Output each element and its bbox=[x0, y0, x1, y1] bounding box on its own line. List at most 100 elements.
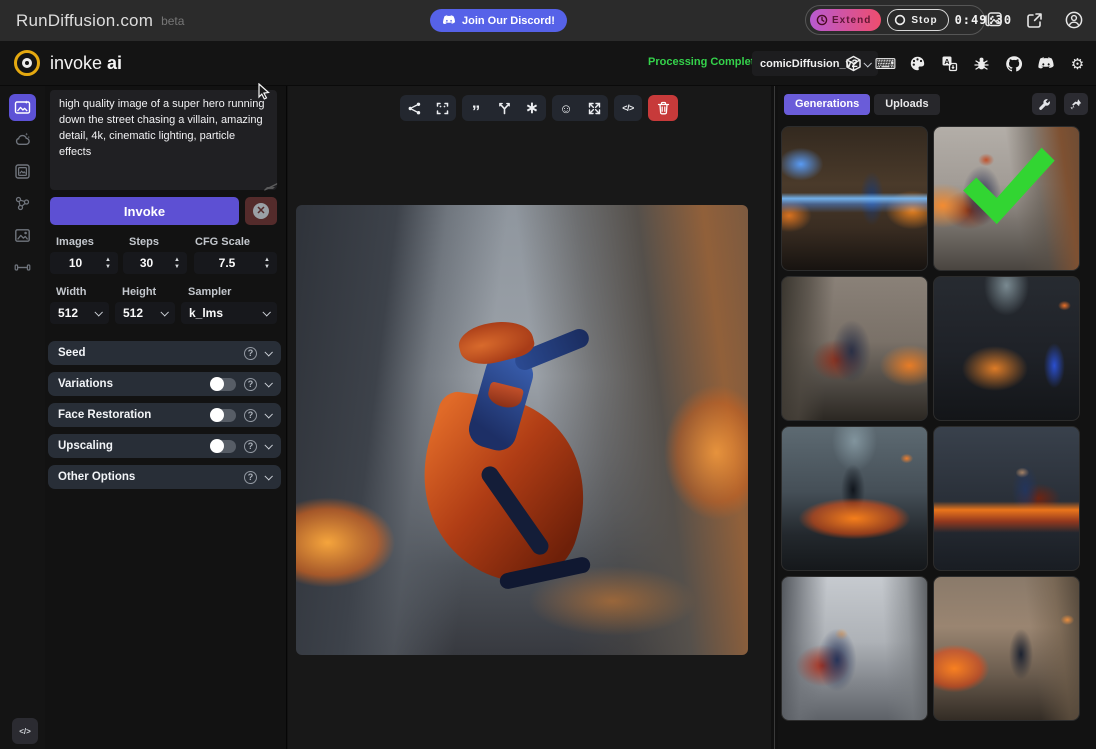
use-params-group: ” ∗ bbox=[462, 95, 546, 121]
gallery-thumbnail[interactable] bbox=[933, 426, 1080, 571]
height-select[interactable]: 512 bbox=[115, 302, 175, 324]
current-image[interactable] bbox=[296, 205, 748, 655]
steps-stepper[interactable]: ▲▼ bbox=[170, 257, 184, 270]
app-window: RunDiffusion.com beta Join Our Discord! … bbox=[0, 0, 1096, 749]
restore-faces-button[interactable]: ☺ bbox=[552, 95, 580, 121]
face-restoration-toggle[interactable] bbox=[210, 409, 236, 422]
use-all-params-button[interactable]: ∗ bbox=[518, 95, 546, 121]
images-input[interactable]: 10 ▲▼ bbox=[50, 252, 118, 274]
console-toggle-button[interactable]: </> bbox=[12, 718, 38, 744]
sampler-label: Sampler bbox=[188, 286, 231, 298]
cfg-scale-value: 7.5 bbox=[194, 256, 260, 270]
discord-icon bbox=[442, 15, 456, 26]
chevron-down-icon bbox=[264, 441, 272, 449]
chevron-down-icon bbox=[264, 348, 272, 356]
gallery-thumbnail[interactable] bbox=[933, 576, 1080, 721]
help-icon[interactable]: ? bbox=[244, 347, 257, 360]
join-discord-button[interactable]: Join Our Discord! bbox=[430, 9, 567, 32]
invoke-button[interactable]: Invoke bbox=[50, 197, 239, 225]
account-icon[interactable] bbox=[1062, 8, 1086, 32]
workflow-tabstrip bbox=[0, 86, 45, 749]
panel-resize-handle[interactable] bbox=[771, 86, 778, 749]
cfg-stepper[interactable]: ▲▼ bbox=[260, 257, 274, 270]
use-prompt-button[interactable]: ” bbox=[462, 95, 490, 121]
image-toolbar: ” ∗ ☺ </> bbox=[400, 95, 678, 121]
width-select[interactable]: 512 bbox=[50, 302, 109, 324]
delete-image-button[interactable] bbox=[648, 95, 678, 121]
pin-gallery-icon[interactable] bbox=[1064, 93, 1088, 115]
selected-check-icon bbox=[952, 141, 1064, 241]
accordion-other-options[interactable]: Other Options ? bbox=[48, 465, 281, 489]
accordion-seed[interactable]: Seed ? bbox=[48, 341, 281, 365]
help-icon[interactable]: ? bbox=[244, 409, 257, 422]
view-metadata-button[interactable]: </> bbox=[614, 95, 642, 121]
variations-toggle[interactable] bbox=[210, 378, 236, 391]
sampler-select[interactable]: k_lms bbox=[181, 302, 277, 324]
gallery-thumbnail[interactable] bbox=[933, 276, 1080, 421]
gallery-thumbnail[interactable] bbox=[781, 276, 928, 421]
share-send-to-button[interactable] bbox=[400, 95, 428, 121]
session-timer-pill: Extend Stop 0:49:30 bbox=[805, 5, 985, 35]
tab-unified-canvas[interactable] bbox=[9, 158, 36, 185]
github-icon[interactable] bbox=[1003, 53, 1024, 74]
cancel-button[interactable]: ✕ bbox=[245, 197, 277, 225]
steps-input[interactable]: 30 ▲▼ bbox=[123, 252, 187, 274]
tab-generations[interactable]: Generations bbox=[784, 94, 870, 115]
tab-image-to-image[interactable] bbox=[9, 126, 36, 153]
help-icon[interactable]: ? bbox=[244, 378, 257, 391]
images-stepper[interactable]: ▲▼ bbox=[101, 257, 115, 270]
accordion-variations[interactable]: Variations ? bbox=[48, 372, 281, 396]
stop-session-button[interactable]: Stop bbox=[887, 9, 948, 31]
use-seed-button[interactable] bbox=[490, 95, 518, 121]
gallery-thumbnail[interactable] bbox=[781, 426, 928, 571]
steps-label: Steps bbox=[129, 236, 159, 248]
height-label: Height bbox=[122, 286, 156, 298]
fullscreen-button[interactable] bbox=[428, 95, 456, 121]
options-panel: high quality image of a super hero runni… bbox=[45, 86, 287, 749]
help-icon[interactable]: ? bbox=[244, 440, 257, 453]
tab-text-to-image[interactable] bbox=[9, 94, 36, 121]
tab-training[interactable] bbox=[9, 254, 36, 281]
sessions-gallery-icon[interactable] bbox=[982, 8, 1006, 32]
language-icon[interactable]: A bbox=[939, 53, 960, 74]
seed-accordion-label: Seed bbox=[58, 347, 244, 359]
gallery-panel: Generations Uploads bbox=[778, 86, 1096, 749]
brand-logo: RunDiffusion.com bbox=[16, 11, 153, 31]
width-value: 512 bbox=[58, 306, 78, 320]
chevron-down-icon bbox=[262, 308, 270, 316]
report-bug-icon[interactable] bbox=[971, 53, 992, 74]
discord-link-icon[interactable] bbox=[1035, 53, 1056, 74]
upscale-button[interactable] bbox=[580, 95, 608, 121]
chevron-down-icon bbox=[160, 308, 168, 316]
steps-value: 30 bbox=[123, 256, 170, 270]
theme-palette-icon[interactable] bbox=[907, 53, 928, 74]
model-manager-icon[interactable] bbox=[843, 53, 864, 74]
stop-label: Stop bbox=[911, 15, 937, 26]
clock-icon bbox=[816, 14, 828, 26]
app-title-regular: invoke bbox=[50, 53, 102, 73]
header-icon-group: ⌨ A ⚙ bbox=[843, 53, 1088, 74]
upscaling-accordion-label: Upscaling bbox=[58, 440, 210, 452]
tab-uploads[interactable]: Uploads bbox=[874, 94, 939, 115]
settings-gear-icon[interactable]: ⚙ bbox=[1067, 53, 1088, 74]
gallery-thumbnail[interactable] bbox=[781, 576, 928, 721]
open-external-icon[interactable] bbox=[1022, 8, 1046, 32]
gallery-settings-wrench-icon[interactable] bbox=[1032, 93, 1056, 115]
accordion-face-restoration[interactable]: Face Restoration ? bbox=[48, 403, 281, 427]
metadata-group: </> bbox=[614, 95, 642, 121]
tab-nodes[interactable] bbox=[9, 190, 36, 217]
prompt-input[interactable]: high quality image of a super hero runni… bbox=[50, 90, 277, 190]
extend-session-button[interactable]: Extend bbox=[810, 9, 881, 31]
help-icon[interactable]: ? bbox=[244, 471, 257, 484]
height-value: 512 bbox=[123, 306, 143, 320]
invoke-logo-icon bbox=[14, 50, 40, 76]
upscaling-toggle[interactable] bbox=[210, 440, 236, 453]
accordion-upscaling[interactable]: Upscaling ? bbox=[48, 434, 281, 458]
hotkeys-icon[interactable]: ⌨ bbox=[875, 53, 896, 74]
images-label: Images bbox=[56, 236, 94, 248]
tab-post-processing[interactable] bbox=[9, 222, 36, 249]
gallery-thumbnail[interactable] bbox=[781, 126, 928, 271]
stop-circle-icon bbox=[894, 14, 906, 26]
cfg-scale-input[interactable]: 7.5 ▲▼ bbox=[194, 252, 277, 274]
gallery-thumbnail-selected[interactable] bbox=[933, 126, 1080, 271]
